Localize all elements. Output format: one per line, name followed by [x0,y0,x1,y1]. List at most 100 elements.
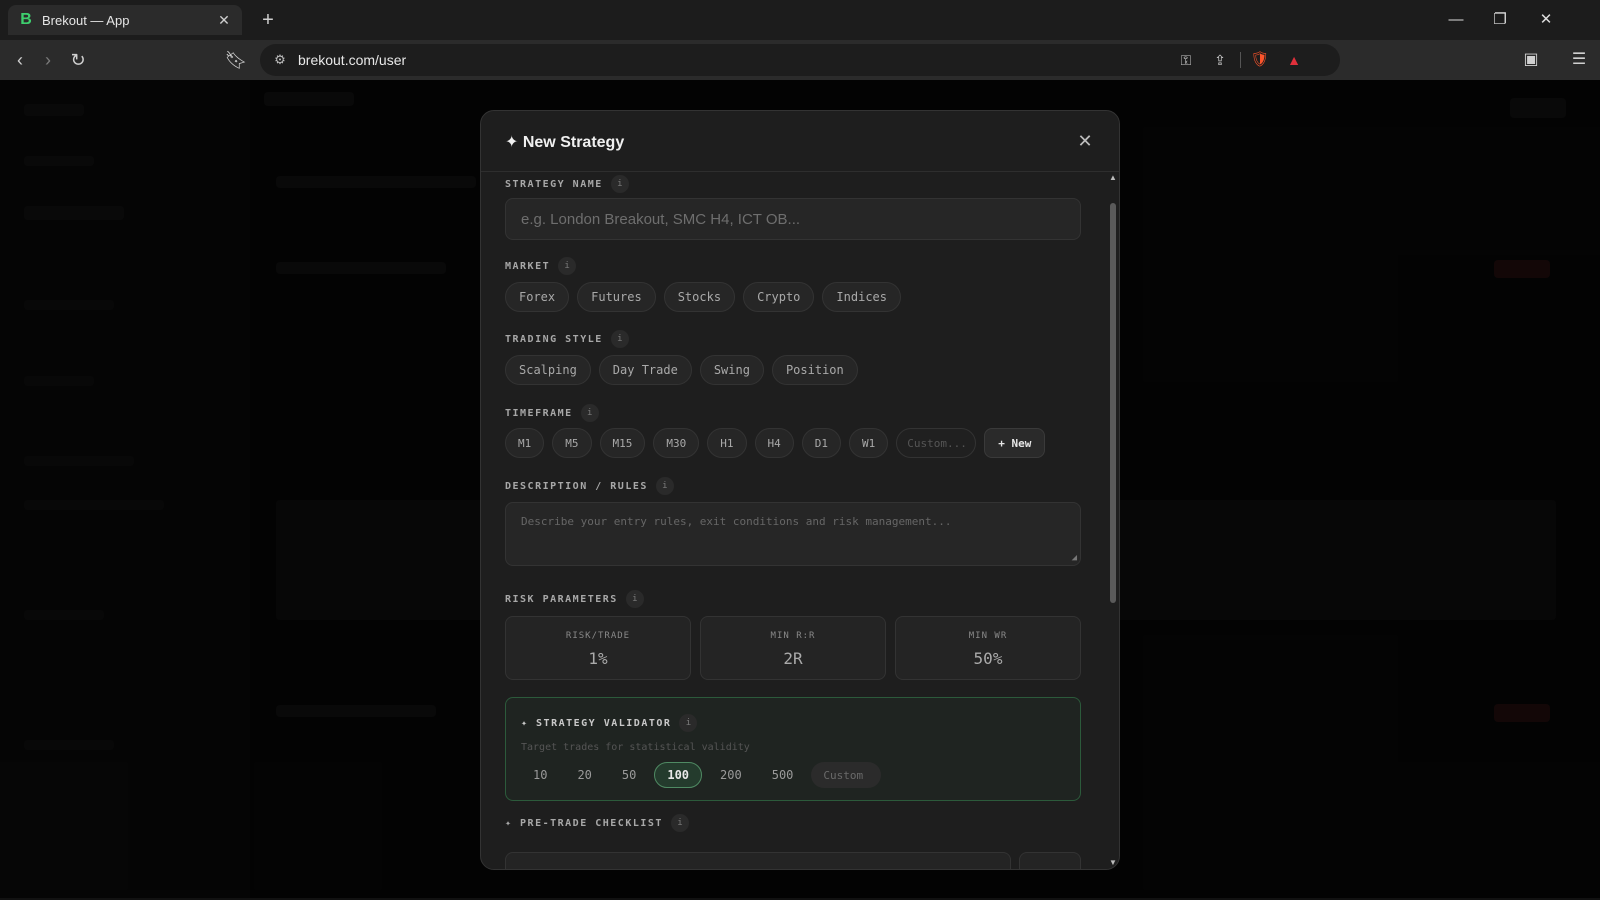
min-rr-box[interactable]: MIN R:R 2R [700,616,886,680]
modal-body: STRATEGY NAME i e.g. London Breakout, SM… [481,172,1109,869]
info-icon[interactable]: i [558,257,577,275]
back-button[interactable]: ‹ [8,48,32,72]
bookmark-icon[interactable]: 🔖︎ [224,48,248,72]
url-text[interactable]: brekout.com/user [298,52,406,68]
resize-handle-icon[interactable]: ◢ [1072,553,1077,563]
validator-option-selected[interactable]: 100 [654,762,703,788]
info-icon[interactable]: i [655,477,674,495]
strategy-name-placeholder: e.g. London Breakout, SMC H4, ICT OB... [521,211,801,228]
risk-box-value[interactable]: 2R [701,649,885,668]
tab-close-icon[interactable]: ✕ [216,12,232,29]
restore-button[interactable]: ❐ [1486,8,1514,32]
key-icon[interactable]: ⚿ [1176,50,1196,70]
timeframe-label-text: TIMEFRAME [505,407,573,419]
custom-timeframe-input[interactable]: Custom... [896,428,977,458]
menu-icon[interactable]: ☰ [1567,48,1591,72]
app-page: ✦ New Strategy ✕ STRATEGY NAME i e.g. Lo… [0,80,1600,900]
trading-style-options: Scalping Day Trade Swing Position [505,355,858,385]
timeframe-chip-d1[interactable]: D1 [801,428,841,458]
risk-box-label: MIN WR [968,631,1008,641]
info-icon[interactable]: i [679,714,698,732]
scroll-up-icon[interactable]: ▲ [1109,173,1117,182]
scroll-thumb[interactable] [1110,203,1116,603]
modal-header: ✦ New Strategy ✕ [481,111,1119,172]
market-chip-crypto[interactable]: Crypto [743,282,815,312]
validator-option[interactable]: 200 [708,762,754,788]
market-label-text: MARKET [505,260,551,272]
info-icon[interactable]: i [610,330,629,348]
close-icon[interactable]: ✕ [1075,131,1095,151]
checklist-input[interactable] [505,852,1011,869]
risk-box-label: RISK/TRADE [565,631,631,641]
timeframe-options: M1 M5 M15 M30 H1 H4 D1 W1 Custom... + Ne… [505,428,1046,458]
minimize-button[interactable]: — [1442,8,1470,32]
validator-option[interactable]: 50 [610,762,648,788]
description-label: DESCRIPTION / RULES i [505,477,674,495]
style-chip-scalping[interactable]: Scalping [505,355,591,385]
validator-custom-input[interactable]: Custom [811,762,882,788]
description-label-text: DESCRIPTION / RULES [505,480,648,492]
validator-title: ✦ STRATEGY VALIDATOR i [521,714,698,732]
pre-trade-checklist-label: ✦ PRE-TRADE CHECKLIST i [505,814,689,832]
market-label: MARKET i [505,257,577,275]
timeframe-chip-m30[interactable]: M30 [653,428,700,458]
modal-title: ✦ New Strategy [505,134,625,151]
forward-button[interactable]: › [36,48,60,72]
strategy-name-input[interactable]: e.g. London Breakout, SMC H4, ICT OB... [505,198,1081,240]
validator-title-text: ✦ STRATEGY VALIDATOR [521,717,672,729]
risk-parameters-label: RISK PARAMETERS i [505,590,644,608]
timeframe-chip-h1[interactable]: H1 [707,428,747,458]
brave-rewards-icon[interactable]: ▲ [1284,50,1304,70]
trading-style-label: TRADING STYLE i [505,330,629,348]
timeframe-chip-w1[interactable]: W1 [849,428,889,458]
share-icon[interactable]: ⇪ [1210,50,1230,70]
scroll-down-icon[interactable]: ▼ [1109,858,1117,867]
add-timeframe-button[interactable]: + New [984,428,1046,458]
checklist-label-text: ✦ PRE-TRADE CHECKLIST [505,817,663,829]
market-options: Forex Futures Stocks Crypto Indices [505,282,901,312]
description-textarea[interactable]: Describe your entry rules, exit conditio… [505,502,1081,566]
market-chip-futures[interactable]: Futures [577,282,656,312]
timeframe-chip-h4[interactable]: H4 [754,428,794,458]
market-chip-forex[interactable]: Forex [505,282,570,312]
risk-box-label: MIN R:R [770,631,816,641]
info-icon[interactable]: i [610,175,629,193]
style-chip-position[interactable]: Position [771,355,858,385]
style-chip-swing[interactable]: Swing [699,355,764,385]
validator-option[interactable]: 10 [521,762,559,788]
strategy-validator-panel: ✦ STRATEGY VALIDATOR i Target trades for… [505,697,1081,801]
reload-button[interactable]: ↻ [66,48,90,72]
brekout-favicon-icon: B [20,11,32,28]
risk-box-value[interactable]: 50% [896,649,1080,668]
validator-subtitle: Target trades for statistical validity [521,742,750,753]
brave-shields-icon[interactable]: 🛡︎ [1250,50,1270,70]
min-wr-box[interactable]: MIN WR 50% [895,616,1081,680]
validator-option[interactable]: 500 [760,762,806,788]
info-icon[interactable]: i [580,404,599,422]
address-bar[interactable]: ⚙ brekout.com/user ⚿ ⇪ 🛡︎ ▲ [260,44,1340,76]
risk-box-value[interactable]: 1% [506,649,690,668]
close-window-button[interactable]: ✕ [1532,8,1560,32]
divider [1240,52,1241,68]
browser-tab[interactable]: B Brekout — App ✕ [8,5,242,35]
risk-parameters-label-text: RISK PARAMETERS [505,593,618,605]
site-info-icon[interactable]: ⚙ [272,52,288,68]
timeframe-chip-m1[interactable]: M1 [505,428,545,458]
modal-scrollbar[interactable]: ▲ ▼ [1107,173,1119,867]
market-chip-indices[interactable]: Indices [822,282,901,312]
validator-options: 10 20 50 100 200 500 Custom [521,762,882,788]
info-icon[interactable]: i [670,814,689,832]
timeframe-chip-m15[interactable]: M15 [599,428,646,458]
risk-per-trade-box[interactable]: RISK/TRADE 1% [505,616,691,680]
strategy-name-label: STRATEGY NAME i [505,175,629,193]
info-icon[interactable]: i [625,590,644,608]
sidebar-toggle-icon[interactable]: ▣ [1519,48,1543,72]
timeframe-label: TIMEFRAME i [505,404,599,422]
checklist-add-button[interactable] [1019,852,1081,869]
strategy-name-label-text: STRATEGY NAME [505,178,603,190]
new-tab-button[interactable]: + [256,8,280,32]
validator-option[interactable]: 20 [565,762,603,788]
style-chip-day-trade[interactable]: Day Trade [598,355,692,385]
timeframe-chip-m5[interactable]: M5 [552,428,592,458]
market-chip-stocks[interactable]: Stocks [663,282,736,312]
